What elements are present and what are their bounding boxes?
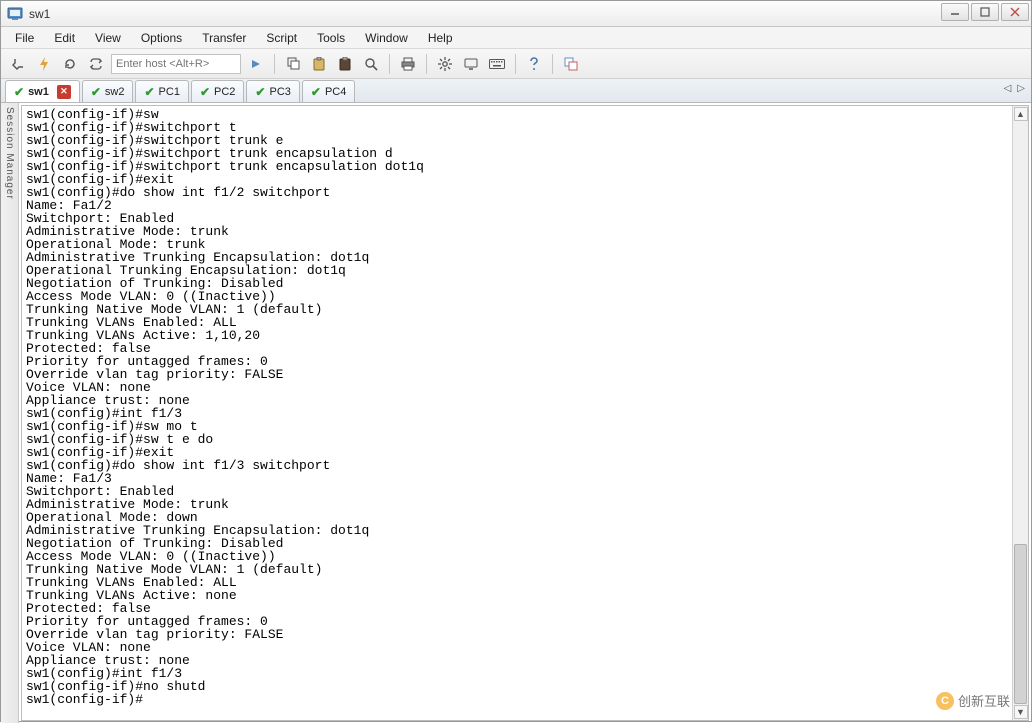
maximize-button[interactable] bbox=[971, 3, 999, 21]
quick-connect-icon[interactable] bbox=[33, 53, 55, 75]
check-icon: ✔ bbox=[311, 85, 321, 99]
tab-pc2[interactable]: ✔ PC2 bbox=[191, 80, 244, 102]
tab-label: PC1 bbox=[159, 86, 180, 98]
help-icon[interactable] bbox=[523, 53, 545, 75]
vertical-scrollbar[interactable]: ▲ ▼ bbox=[1012, 106, 1028, 720]
tab-pc3[interactable]: ✔ PC3 bbox=[246, 80, 299, 102]
watermark-text: 创新互联 bbox=[958, 691, 1010, 710]
find-icon[interactable] bbox=[360, 53, 382, 75]
session-manager-panel[interactable]: Session Manager bbox=[1, 103, 19, 723]
loop-icon[interactable] bbox=[85, 53, 107, 75]
reconnect-icon[interactable] bbox=[59, 53, 81, 75]
toolbar-separator bbox=[552, 54, 553, 74]
scroll-thumb[interactable] bbox=[1014, 544, 1027, 704]
session-tabs: ✔ sw1 ✕ ✔ sw2 ✔ PC1 ✔ PC2 ✔ PC3 ✔ PC4 ◁ … bbox=[1, 79, 1031, 103]
toolbar-separator bbox=[389, 54, 390, 74]
title-bar: sw1 bbox=[1, 1, 1031, 27]
close-tab-icon[interactable]: ✕ bbox=[57, 85, 71, 99]
tab-label: sw2 bbox=[105, 86, 125, 98]
session-manager-label: Session Manager bbox=[4, 107, 15, 200]
tab-label: PC2 bbox=[214, 86, 235, 98]
tab-label: sw1 bbox=[28, 86, 49, 98]
check-icon: ✔ bbox=[255, 85, 265, 99]
window-controls bbox=[941, 3, 1029, 21]
check-icon: ✔ bbox=[200, 85, 210, 99]
tab-scroll-right-icon[interactable]: ▷ bbox=[1017, 83, 1025, 94]
menu-help[interactable]: Help bbox=[418, 29, 463, 47]
go-icon[interactable] bbox=[245, 53, 267, 75]
paste-icon[interactable] bbox=[308, 53, 330, 75]
menu-bar: File Edit View Options Transfer Script T… bbox=[1, 27, 1031, 49]
print-icon[interactable] bbox=[397, 53, 419, 75]
host-input[interactable] bbox=[111, 54, 241, 74]
menu-edit[interactable]: Edit bbox=[44, 29, 85, 47]
menu-options[interactable]: Options bbox=[131, 29, 192, 47]
tab-pc4[interactable]: ✔ PC4 bbox=[302, 80, 355, 102]
keyboard-icon[interactable] bbox=[486, 53, 508, 75]
tab-nav: ◁ ▷ bbox=[1004, 83, 1025, 94]
clipboard-icon[interactable] bbox=[334, 53, 356, 75]
socket-icon[interactable] bbox=[7, 53, 29, 75]
toolbar bbox=[1, 49, 1031, 79]
menu-view[interactable]: View bbox=[85, 29, 131, 47]
menu-file[interactable]: File bbox=[5, 29, 44, 47]
tab-label: PC3 bbox=[269, 86, 290, 98]
window-layout-icon[interactable] bbox=[560, 53, 582, 75]
minimize-button[interactable] bbox=[941, 3, 969, 21]
scroll-track[interactable] bbox=[1013, 122, 1028, 704]
watermark: C 创新互联 bbox=[936, 691, 1010, 710]
terminal-output[interactable]: sw1(config-if)#sw sw1(config-if)#switchp… bbox=[22, 106, 1028, 720]
window-title: sw1 bbox=[29, 7, 50, 21]
watermark-icon: C bbox=[936, 692, 954, 710]
terminal-pane: sw1(config-if)#sw sw1(config-if)#switchp… bbox=[21, 105, 1029, 721]
close-button[interactable] bbox=[1001, 3, 1029, 21]
menu-window[interactable]: Window bbox=[355, 29, 418, 47]
toolbar-separator bbox=[274, 54, 275, 74]
display-icon[interactable] bbox=[460, 53, 482, 75]
toolbar-separator bbox=[515, 54, 516, 74]
settings-icon[interactable] bbox=[434, 53, 456, 75]
tab-sw2[interactable]: ✔ sw2 bbox=[82, 80, 134, 102]
check-icon: ✔ bbox=[144, 85, 154, 99]
menu-transfer[interactable]: Transfer bbox=[192, 29, 256, 47]
tab-scroll-left-icon[interactable]: ◁ bbox=[1004, 83, 1012, 94]
scroll-down-icon[interactable]: ▼ bbox=[1014, 705, 1028, 719]
tab-label: PC4 bbox=[325, 86, 346, 98]
menu-script[interactable]: Script bbox=[256, 29, 307, 47]
copy-icon[interactable] bbox=[282, 53, 304, 75]
scroll-up-icon[interactable]: ▲ bbox=[1014, 107, 1028, 121]
app-icon bbox=[7, 6, 23, 22]
check-icon: ✔ bbox=[91, 85, 101, 99]
toolbar-separator bbox=[426, 54, 427, 74]
check-icon: ✔ bbox=[14, 85, 24, 99]
main-area: Session Manager sw1(config-if)#sw sw1(co… bbox=[1, 103, 1031, 723]
tab-sw1[interactable]: ✔ sw1 ✕ bbox=[5, 80, 80, 102]
tab-pc1[interactable]: ✔ PC1 bbox=[135, 80, 188, 102]
menu-tools[interactable]: Tools bbox=[307, 29, 355, 47]
